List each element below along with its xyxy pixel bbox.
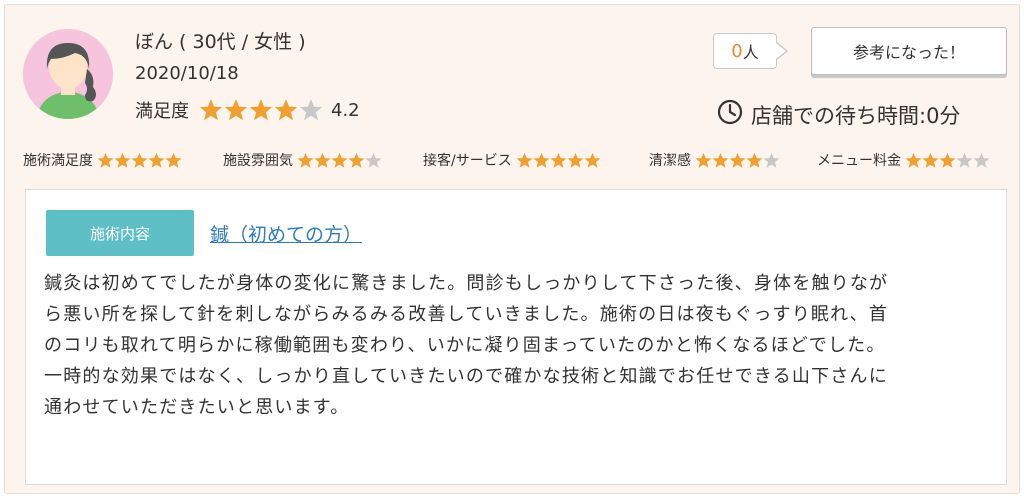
- treatment-link[interactable]: 鍼（初めての方）: [210, 220, 362, 247]
- star-filled-icon: [695, 152, 712, 169]
- sub-rating-item: メニュー料金: [817, 150, 990, 170]
- review-text-line: のコリも取れて明らかに稼働範囲も変わり、いかに凝り固まっていたのかと怖くなるほど…: [44, 335, 886, 356]
- star-filled-icon: [712, 152, 729, 169]
- sub-rating-item: 接客/サービス: [423, 150, 601, 170]
- star-empty-icon: [365, 152, 382, 169]
- star-filled-icon: [249, 98, 273, 122]
- helpful-count-unit: 人: [742, 43, 759, 62]
- sub-rating-stars: [905, 152, 990, 169]
- star-filled-icon: [939, 152, 956, 169]
- review-card: ぼん ( 30代 / 女性 ) 2020/10/18 満足度 4.2 0人 参考…: [4, 4, 1020, 494]
- sub-rating-label: メニュー料金: [817, 153, 901, 169]
- sub-rating-item: 施設雰囲気: [223, 150, 382, 170]
- clock-icon: [717, 99, 743, 130]
- star-filled-icon: [905, 152, 922, 169]
- sub-ratings: 施術満足度 施設雰囲気 接客/サービス 清潔感 メニュー料金: [23, 150, 1013, 172]
- star-filled-icon: [97, 152, 114, 169]
- helpful-button[interactable]: 参考になった！: [811, 27, 1007, 75]
- star-filled-icon: [297, 152, 314, 169]
- speech-arrow-fill: [776, 43, 786, 59]
- star-empty-icon: [956, 152, 973, 169]
- helpful-count-number: 0: [731, 40, 743, 62]
- overall-satisfaction: 満足度 4.2: [135, 97, 360, 123]
- review-date: 2020/10/18: [135, 63, 239, 84]
- sub-rating-stars: [516, 152, 601, 169]
- star-filled-icon: [131, 152, 148, 169]
- review-text-line: ら悪い所を探して針を刺しながらみるみる改善していきました。施術の日は夜もぐっすり…: [44, 304, 888, 325]
- review-text-line: 鍼灸は初めてでしたが身体の変化に驚きました。問診もしっかりして下さった後、身体を…: [44, 273, 889, 294]
- star-filled-icon: [148, 152, 165, 169]
- star-filled-icon: [729, 152, 746, 169]
- star-filled-icon: [224, 98, 248, 122]
- star-rating: [199, 98, 323, 122]
- sub-rating-item: 清潔感: [649, 150, 780, 170]
- treatment-tag: 施術内容: [46, 210, 194, 256]
- star-filled-icon: [567, 152, 584, 169]
- sub-rating-stars: [297, 152, 382, 169]
- star-filled-icon: [165, 152, 182, 169]
- star-filled-icon: [922, 152, 939, 169]
- satisfaction-label: 満足度: [135, 101, 189, 122]
- sub-rating-stars: [695, 152, 780, 169]
- wait-time: 店舗での待ち時間:0分: [717, 99, 960, 130]
- star-empty-icon: [763, 152, 780, 169]
- sub-rating-label: 施設雰囲気: [223, 153, 293, 169]
- star-filled-icon: [274, 98, 298, 122]
- sub-rating-label: 清潔感: [649, 153, 691, 169]
- star-filled-icon: [199, 98, 223, 122]
- star-filled-icon: [550, 152, 567, 169]
- star-filled-icon: [114, 152, 131, 169]
- reviewer-name: ぼん ( 30代 / 女性 ): [135, 31, 306, 53]
- star-filled-icon: [516, 152, 533, 169]
- review-content: 施術内容 鍼（初めての方） 鍼灸は初めてでしたが身体の変化に驚きました。問診もし…: [25, 189, 1007, 485]
- satisfaction-score: 4.2: [331, 99, 360, 121]
- sub-rating-label: 接客/サービス: [423, 153, 512, 169]
- helpful-count: 0人: [713, 33, 777, 69]
- star-filled-icon: [533, 152, 550, 169]
- review-text: 鍼灸は初めてでしたが身体の変化に驚きました。問診もしっかりして下さった後、身体を…: [44, 268, 994, 423]
- wait-time-text: 店舗での待ち時間:0分: [751, 103, 961, 128]
- star-filled-icon: [314, 152, 331, 169]
- star-filled-icon: [584, 152, 601, 169]
- star-empty-icon: [973, 152, 990, 169]
- review-text-line: 通わせていただきたいと思います。: [44, 397, 350, 418]
- review-text-line: 一時的な効果ではなく、しっかり直していきたいので確かな技術と知識でお任せできる山…: [44, 366, 888, 387]
- star-empty-icon: [299, 98, 323, 122]
- star-filled-icon: [746, 152, 763, 169]
- female-avatar-icon: [23, 29, 113, 119]
- star-filled-icon: [331, 152, 348, 169]
- sub-rating-label: 施術満足度: [23, 153, 93, 169]
- star-filled-icon: [348, 152, 365, 169]
- sub-rating-stars: [97, 152, 182, 169]
- sub-rating-item: 施術満足度: [23, 150, 182, 170]
